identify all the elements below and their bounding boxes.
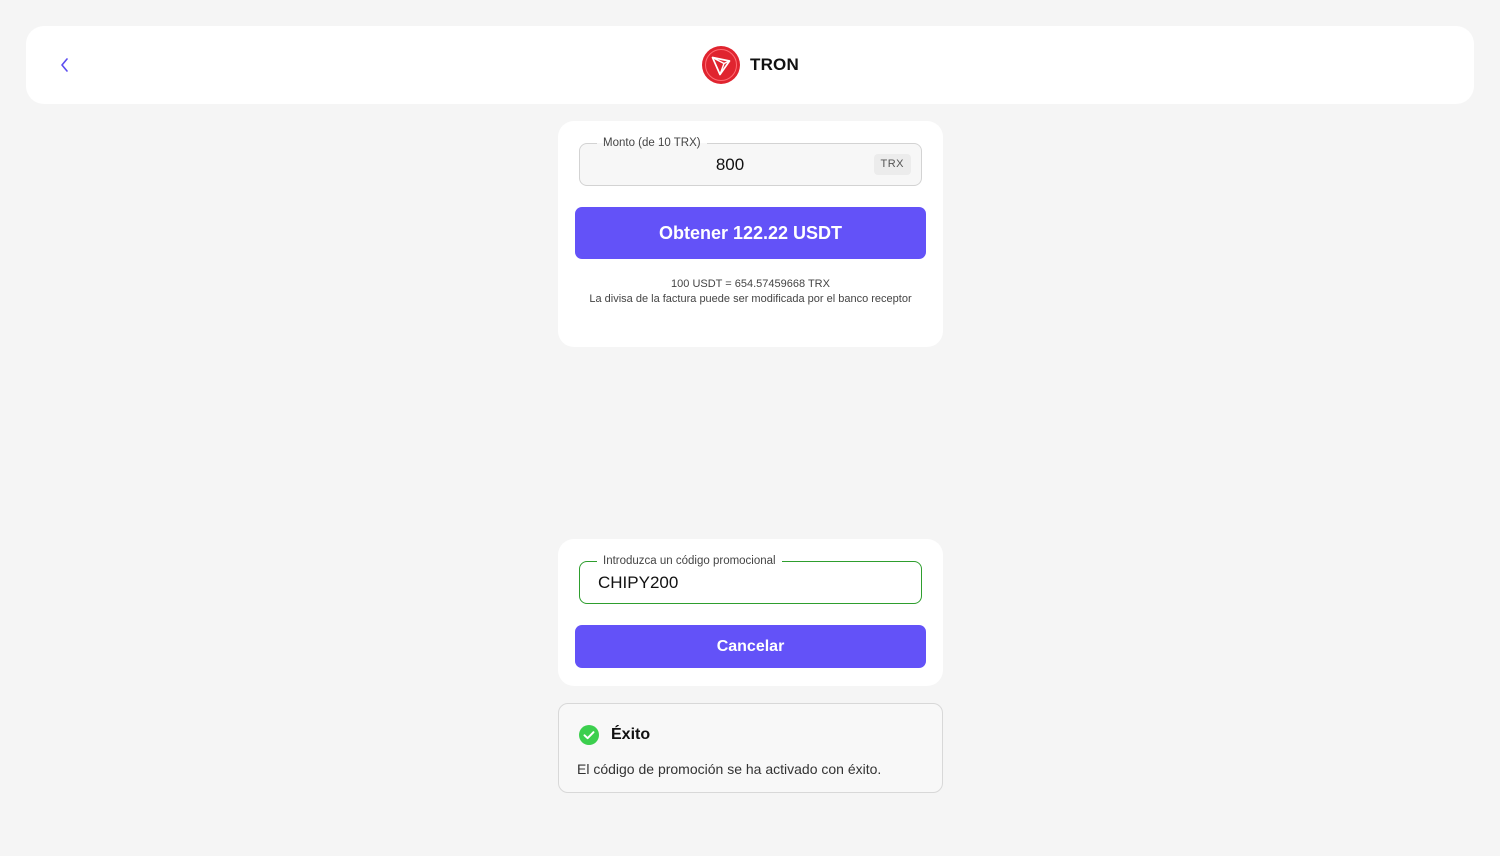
currency-note-text: La divisa de la factura puede ser modifi… — [589, 293, 912, 305]
page-title: TRON — [750, 55, 799, 74]
back-button[interactable] — [52, 52, 78, 78]
amount-card: Monto (de 10 TRX) TRX Obtener 122.22 USD… — [558, 121, 943, 347]
rate-info: 100 USDT = 654.57459668 TRX La divisa de… — [578, 277, 923, 307]
check-circle-icon — [579, 725, 599, 745]
exchange-rate-text: 100 USDT = 654.57459668 TRX — [671, 278, 830, 290]
toast-title: Éxito — [611, 726, 651, 743]
amount-field[interactable]: Monto (de 10 TRX) TRX — [579, 136, 922, 186]
tron-logo-icon — [702, 46, 740, 84]
promo-code-field[interactable]: Introduzca un código promocional — [579, 554, 922, 604]
toast-message: El código de promoción se ha activado co… — [577, 761, 882, 777]
chevron-left-icon — [61, 58, 68, 72]
promo-card: Introduzca un código promocional Cancela… — [558, 539, 943, 686]
promo-code-input[interactable] — [598, 562, 898, 603]
obtain-button[interactable]: Obtener 122.22 USDT — [575, 207, 926, 259]
cancel-button[interactable]: Cancelar — [575, 625, 926, 668]
amount-input[interactable] — [580, 144, 880, 185]
currency-badge: TRX — [873, 154, 911, 175]
success-toast: Éxito El código de promoción se ha activ… — [558, 703, 943, 793]
brand: TRON — [702, 46, 799, 84]
